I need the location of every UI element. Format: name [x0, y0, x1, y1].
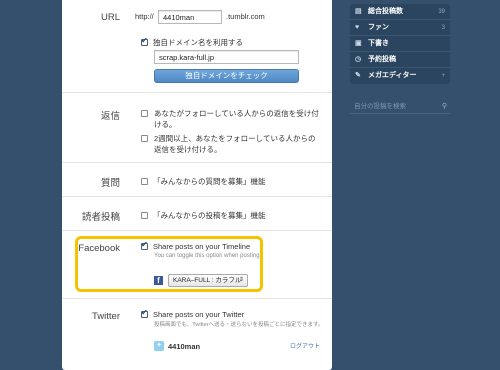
url-prefix: http://: [135, 12, 154, 21]
clock-icon: ◷: [355, 56, 362, 63]
search-icon[interactable]: ⚲: [442, 100, 447, 114]
url-suffix: .tumblr.com: [226, 12, 265, 21]
twitter-option-label: Share posts on your Twitter: [153, 310, 245, 319]
twitter-avatar-icon: ✦: [154, 341, 164, 351]
reply-option-1-checkbox[interactable]: [141, 110, 148, 117]
sidebar-item-label: 予約投稿: [368, 56, 396, 63]
pages-icon: ▤: [355, 8, 362, 15]
twitter-logout-link[interactable]: ログアウト: [290, 341, 320, 350]
reply-option-1[interactable]: あなたがフォローしている人からの返信を受け付ける。: [141, 108, 321, 130]
ask-label: 質問: [100, 178, 120, 189]
reply-option-1-label: あなたがフォローしている人からの返信を受け付ける。: [154, 109, 319, 129]
url-row: URL http:// 4410man .tumblr.com 独自ドメイン名を…: [62, 0, 332, 93]
search-placeholder: 自分の投稿を検索: [354, 103, 406, 110]
reply-option-2-label: 2週間以上、あなたをフォローしている人からの返信を受け付ける。: [154, 134, 316, 154]
ask-option[interactable]: 「みんなからの質問を募集」機能: [141, 176, 266, 187]
check-domain-button[interactable]: 独自ドメインをチェック: [154, 69, 299, 83]
heart-icon: ♥: [355, 24, 360, 31]
twitter-label: Twitter: [92, 311, 120, 322]
sidebar-item-queue[interactable]: ◷ 予約投稿: [350, 52, 450, 68]
submit-label: 読者投稿: [81, 212, 120, 223]
username-input[interactable]: 4410man: [158, 10, 222, 24]
custom-domain-checkbox[interactable]: [141, 36, 148, 46]
reply-option-2-checkbox[interactable]: [141, 135, 148, 142]
twitter-row: Twitter Share posts on your Twitter 投稿画面…: [62, 299, 332, 370]
twitter-option[interactable]: Share posts on your Twitter: [141, 308, 245, 319]
sidebar-item-mega-editor[interactable]: ✎ メガエディター +: [350, 68, 450, 84]
sidebar-item-label: 総合投稿数: [368, 8, 403, 15]
reply-label: 返信: [100, 111, 120, 122]
submit-option[interactable]: 「みんなからの投稿を募集」機能: [141, 210, 266, 221]
sidebar-item-label: ファン: [368, 24, 389, 31]
dashboard-sidebar: ▤ 総合投稿数 39 ♥ ファン 3 ▣ 下書き ◷ 予約投稿 ✎ メガエディター +: [350, 4, 450, 84]
sidebar-item-drafts[interactable]: ▣ 下書き: [350, 36, 450, 52]
sidebar-item-label: 下書き: [368, 40, 389, 47]
sidebar-item-count: 39: [438, 9, 445, 15]
submit-row: 読者投稿 「みんなからの投稿を募集」機能: [62, 197, 332, 231]
sidebar-item-count: 3: [441, 25, 445, 31]
reply-option-2[interactable]: 2週間以上、あなたをフォローしている人からの返信を受け付ける。: [141, 133, 321, 155]
sidebar-item-count: +: [441, 73, 445, 79]
ask-row: 質問 「みんなからの質問を募集」機能: [62, 163, 332, 197]
custom-domain-option[interactable]: 独自ドメイン名を利用する: [141, 36, 243, 48]
sidebar-item-fans[interactable]: ♥ ファン 3: [350, 20, 450, 36]
url-label: URL: [100, 12, 120, 23]
submit-checkbox[interactable]: [141, 212, 148, 219]
facebook-highlight-frame: [75, 236, 263, 292]
custom-domain-input[interactable]: scrap.kara-full.jp: [154, 50, 299, 64]
reply-row: 返信 あなたがフォローしている人からの返信を受け付ける。 2週間以上、あなたをフ…: [62, 93, 332, 163]
twitter-checkbox[interactable]: [141, 308, 148, 318]
sidebar-item-posts[interactable]: ▤ 総合投稿数 39: [350, 4, 450, 20]
ask-checkbox[interactable]: [141, 178, 148, 185]
sidebar-item-label: メガエディター: [368, 72, 417, 79]
twitter-account: 4410man: [168, 342, 201, 351]
twitter-hint: 投稿画面でも、Twitterへ送る・送らないを投稿ごとに指定できます。: [154, 322, 324, 328]
editor-icon: ✎: [355, 72, 361, 79]
settings-panel: URL http:// 4410man .tumblr.com 独自ドメイン名を…: [62, 0, 332, 370]
custom-domain-label: 独自ドメイン名を利用する: [153, 38, 243, 47]
ask-option-label: 「みんなからの質問を募集」機能: [153, 177, 266, 186]
draft-icon: ▣: [355, 40, 362, 47]
submit-option-label: 「みんなからの投稿を募集」機能: [153, 211, 266, 220]
post-search-input[interactable]: 自分の投稿を検索 ⚲: [350, 100, 450, 114]
